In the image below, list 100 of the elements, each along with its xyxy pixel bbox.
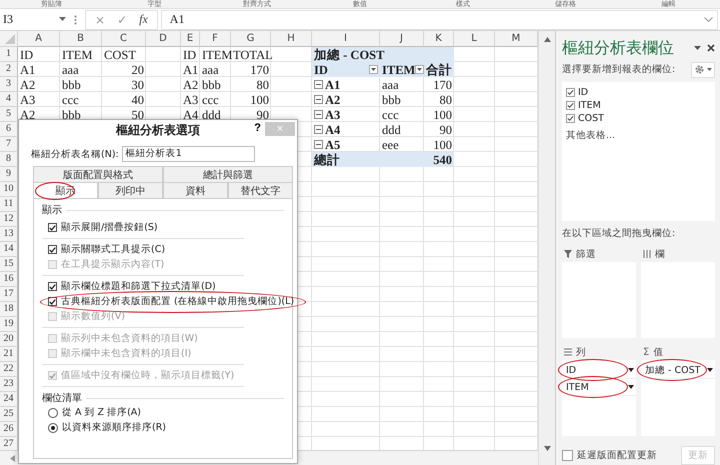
- row-header[interactable]: 3: [0, 77, 18, 92]
- column-header[interactable]: F: [200, 31, 231, 47]
- row-header[interactable]: 19: [0, 317, 18, 332]
- column-header[interactable]: J: [380, 31, 424, 47]
- row-header[interactable]: 11: [0, 197, 18, 212]
- option-label: 顯示欄位標題和篩選下拉式清單(D): [61, 280, 216, 293]
- expand-icon[interactable]: [704, 17, 713, 22]
- table-cell-text: 30: [130, 77, 145, 92]
- more-tables-link[interactable]: 其他表格...: [566, 128, 616, 142]
- field-chip[interactable]: ITEM: [562, 379, 636, 396]
- row-header[interactable]: 9: [0, 167, 18, 182]
- row-header[interactable]: 22: [0, 362, 18, 377]
- row-header[interactable]: 17: [0, 287, 18, 302]
- vertical-scrollbar[interactable]: [538, 31, 556, 465]
- row-header[interactable]: 16: [0, 272, 18, 287]
- field-name[interactable]: ITEM: [578, 100, 601, 111]
- field-chip[interactable]: 加總 - COST: [641, 362, 715, 379]
- column-header[interactable]: C: [102, 31, 146, 47]
- collapse-icon[interactable]: [314, 80, 323, 89]
- checkbox[interactable]: [48, 223, 57, 232]
- field-chip[interactable]: ID: [562, 362, 636, 379]
- table-cell-text: ddd: [201, 107, 222, 122]
- row-header[interactable]: 20: [0, 332, 18, 347]
- filter-dropdown-button[interactable]: [369, 65, 378, 74]
- dialog-title: 樞紐分析表選項: [116, 122, 200, 138]
- filter-dropdown-button[interactable]: [415, 65, 424, 74]
- filter-icon: [564, 250, 572, 258]
- checkbox[interactable]: [566, 88, 575, 97]
- table-cell-text: ccc: [201, 92, 220, 107]
- area-label: 欄: [655, 248, 665, 260]
- dialog-tab[interactable]: 總計與篩選: [163, 166, 293, 182]
- collapse-icon[interactable]: [314, 110, 323, 119]
- row-header[interactable]: 21: [0, 347, 18, 362]
- row-header[interactable]: 6: [0, 122, 18, 137]
- formula-field[interactable]: A1: [160, 10, 718, 30]
- caret-icon[interactable]: [628, 368, 634, 372]
- option-label: 在工具提示顯示內容(T): [61, 258, 164, 271]
- checkbox[interactable]: [566, 100, 575, 110]
- column-header[interactable]: E: [181, 31, 200, 47]
- name-box[interactable]: I3: [3, 12, 53, 27]
- collapse-icon[interactable]: [314, 140, 323, 149]
- radio-button[interactable]: [48, 422, 58, 432]
- row-header[interactable]: 1: [0, 47, 18, 62]
- collapse-icon[interactable]: [314, 95, 323, 104]
- table-cell-text: A3: [182, 92, 200, 107]
- field-name[interactable]: COST: [578, 112, 604, 124]
- checkbox[interactable]: [48, 245, 57, 254]
- scroll-left-icon[interactable]: [10, 454, 15, 462]
- column-header[interactable]: D: [146, 31, 181, 47]
- row-header[interactable]: 7: [0, 137, 18, 152]
- column-header[interactable]: A: [18, 31, 60, 47]
- settings-button[interactable]: [691, 62, 715, 78]
- scroll-down-icon[interactable]: [544, 446, 550, 451]
- column-header[interactable]: H: [271, 31, 312, 47]
- dialog-tab[interactable]: 列印中: [98, 182, 163, 198]
- dialog-tab[interactable]: 資料: [163, 182, 228, 198]
- row-header[interactable]: 26: [0, 422, 18, 437]
- row-header[interactable]: 14: [0, 242, 18, 257]
- radio-button[interactable]: [48, 408, 58, 418]
- caret-icon[interactable]: [707, 368, 713, 372]
- row-header[interactable]: 15: [0, 257, 18, 272]
- row-header[interactable]: 4: [0, 92, 18, 107]
- close-icon[interactable]: [707, 44, 715, 52]
- table-cell-text: COST: [103, 47, 137, 62]
- row-header[interactable]: 12: [0, 212, 18, 227]
- checkbox[interactable]: [48, 297, 57, 306]
- option-label: 從 A 到 Z 排序(A): [62, 406, 141, 419]
- field-name[interactable]: ID: [578, 86, 588, 98]
- column-header[interactable]: I: [312, 31, 380, 47]
- row-header[interactable]: 27: [0, 437, 18, 450]
- row-header[interactable]: 10: [0, 182, 18, 197]
- row-header[interactable]: 25: [0, 407, 18, 422]
- row-header[interactable]: 24: [0, 392, 18, 407]
- row-header[interactable]: 23: [0, 377, 18, 392]
- dialog-tab[interactable]: 替代文字: [228, 182, 293, 198]
- table-cell-text: bbb: [201, 77, 222, 92]
- column-header[interactable]: B: [60, 31, 102, 47]
- more-icon[interactable]: [74, 14, 77, 24]
- name-field[interactable]: 樞紐分析表1: [122, 146, 255, 162]
- annotation-circle: [35, 182, 75, 200]
- checkbox[interactable]: [562, 450, 573, 461]
- column-header[interactable]: M: [495, 31, 538, 47]
- row-header[interactable]: 2: [0, 62, 18, 77]
- caret-icon[interactable]: [628, 385, 634, 389]
- checkbox[interactable]: [566, 114, 575, 123]
- row-header[interactable]: 5: [0, 107, 18, 122]
- scroll-up-icon[interactable]: [544, 37, 550, 42]
- collapse-icon[interactable]: [314, 125, 323, 134]
- row-header[interactable]: 8: [0, 152, 18, 167]
- column-header[interactable]: G: [231, 31, 271, 47]
- caret-icon: [417, 68, 422, 71]
- dialog-tab[interactable]: 版面配置與格式: [33, 166, 163, 182]
- checkbox[interactable]: [48, 282, 57, 291]
- row-header[interactable]: 18: [0, 302, 18, 317]
- row-header[interactable]: 13: [0, 227, 18, 242]
- caret-icon[interactable]: [694, 46, 701, 50]
- help-button[interactable]: ?: [254, 122, 261, 134]
- column-header[interactable]: L: [454, 31, 495, 47]
- column-header[interactable]: K: [424, 31, 454, 47]
- insert-function-button[interactable]: fx: [136, 12, 151, 27]
